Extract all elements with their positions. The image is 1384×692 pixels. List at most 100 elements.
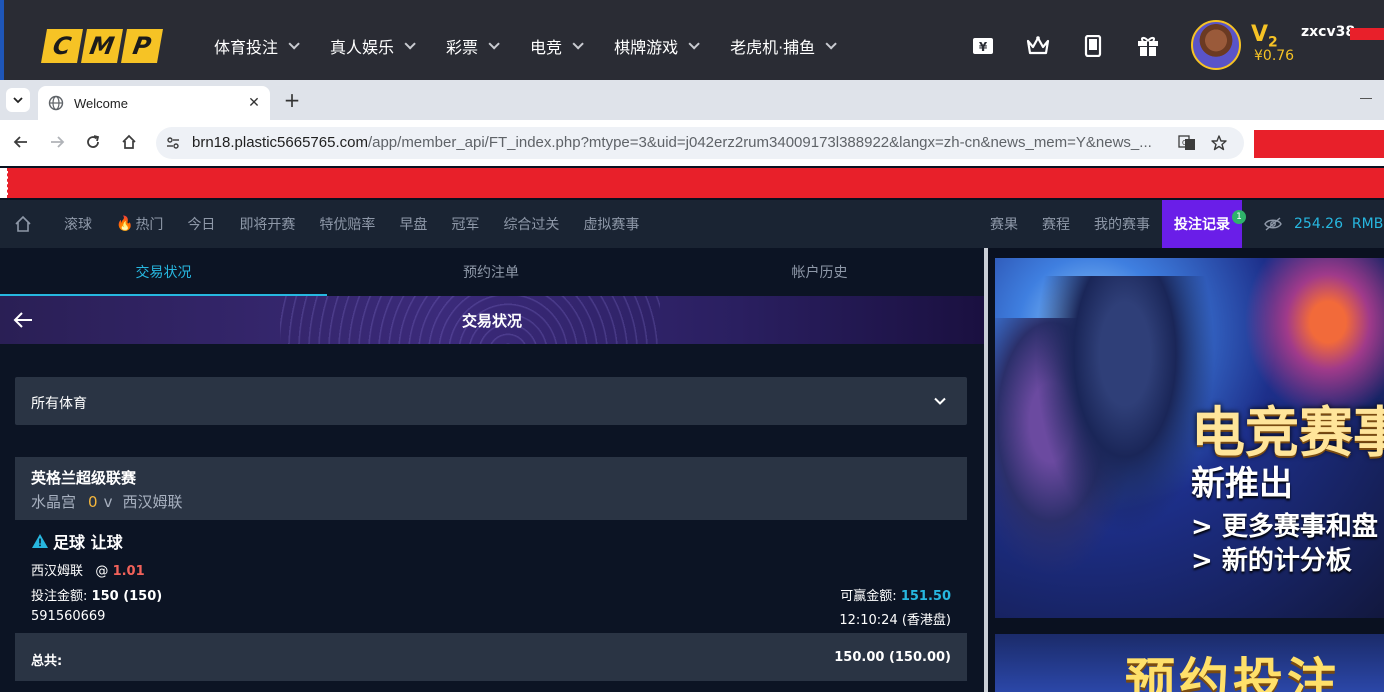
fire-icon: 🔥 <box>116 216 134 232</box>
nav-live-casino[interactable]: 真人娱乐 <box>330 34 416 58</box>
star-icon[interactable] <box>1210 134 1228 152</box>
menu-boosted-odds[interactable]: 特优赔率 <box>319 214 375 234</box>
url-text[interactable]: brn18.plastic5665765.com/app/member_api/… <box>192 134 1172 151</box>
nav-lottery[interactable]: 彩票 <box>446 34 500 58</box>
sport-filter-dropdown[interactable]: 所有体育 <box>15 377 967 425</box>
bet-type-label: 足球 让球 <box>53 533 123 552</box>
tab-reserved-bets[interactable]: 预约注单 <box>327 248 655 296</box>
banner-line-1: > 更多赛事和盘 <box>1191 512 1378 542</box>
nav-label: 棋牌游戏 <box>614 38 679 57</box>
menu-early[interactable]: 早盘 <box>399 214 427 234</box>
nav-slots-fishing[interactable]: 老虎机·捕鱼 <box>730 34 837 58</box>
gift-icon[interactable] <box>1136 34 1160 58</box>
nav-label: 电竞 <box>530 38 563 57</box>
back-icon[interactable] <box>11 132 31 152</box>
ticket-id: 591560669 <box>31 609 106 624</box>
odds-value: 1.01 <box>112 564 145 579</box>
tab-transaction-status[interactable]: 交易状况 <box>0 248 327 296</box>
url-host: brn18.plastic5665765.com <box>192 134 368 151</box>
nav-label: 老虎机·捕鱼 <box>730 38 816 57</box>
logo-letter-m: M <box>81 29 123 63</box>
menu-today[interactable]: 今日 <box>187 214 215 234</box>
new-tab-button[interactable]: + <box>282 90 302 110</box>
browser-tabbar: Welcome ✕ + <box>0 80 1384 120</box>
total-label: 总共: <box>31 654 63 669</box>
bet-count-badge: 1 <box>1232 210 1246 224</box>
chevron-down-icon <box>404 38 416 50</box>
minimize-icon[interactable] <box>1360 98 1372 99</box>
nav-sports-betting[interactable]: 体育投注 <box>214 34 300 58</box>
menu-results[interactable]: 赛果 <box>990 214 1018 234</box>
address-bar[interactable]: brn18.plastic5665765.com/app/member_api/… <box>156 127 1244 159</box>
eye-off-icon[interactable] <box>1264 216 1282 236</box>
subtabs: 交易状况 预约注单 帐户历史 <box>0 248 984 296</box>
menu-upcoming[interactable]: 即将开赛 <box>239 214 295 234</box>
window-edge-strip <box>0 0 4 80</box>
svg-text:G: G <box>1182 139 1187 147</box>
header-balance: ¥0.76 <box>1254 48 1295 64</box>
nav-label: 彩票 <box>446 38 479 57</box>
tab-search-button[interactable] <box>6 88 30 112</box>
site-logo[interactable]: C M P <box>41 29 163 65</box>
bet-type: 足球 让球 <box>31 529 123 553</box>
league-name: 英格兰超级联赛 <box>31 469 137 487</box>
sportsbook-right-menu: 赛果 赛程 我的赛事 <box>990 200 1174 248</box>
esports-promo-banner[interactable]: 电竞赛事 新推出 > 更多赛事和盘 > 新的计分板 <box>995 258 1384 618</box>
browser-tab[interactable]: Welcome ✕ <box>38 86 270 120</box>
potential-win: 可赢金额: 151.50 <box>840 585 951 604</box>
crown-icon[interactable] <box>1026 34 1050 58</box>
match-score: 0 <box>88 493 98 511</box>
versus-label: v <box>103 493 113 511</box>
chevron-down-icon <box>933 393 947 412</box>
home-icon[interactable] <box>119 132 139 152</box>
chevron-down-icon <box>572 38 584 50</box>
wallet-icon[interactable]: ¥ <box>971 34 995 58</box>
close-icon[interactable]: ✕ <box>246 95 262 111</box>
reload-icon[interactable] <box>83 132 103 152</box>
logo-letter-c: C <box>41 29 83 63</box>
tablet-icon[interactable] <box>1081 34 1105 58</box>
site-info-icon[interactable] <box>166 136 180 150</box>
vip-badge: V2 <box>1251 22 1278 50</box>
bet-ticket: 足球 让球 西汉姆联 @ 1.01 投注金额: 150 (150) 591560… <box>15 520 967 633</box>
home-icon[interactable] <box>14 215 32 237</box>
forward-icon[interactable] <box>47 132 67 152</box>
bet-time: 12:10:24 (香港盘) <box>839 613 951 628</box>
menu-outright[interactable]: 冠军 <box>451 214 479 234</box>
nav-card-games[interactable]: 棋牌游戏 <box>614 34 700 58</box>
avatar[interactable] <box>1191 20 1241 70</box>
translate-icon[interactable]: G <box>1178 135 1196 151</box>
banner2-title: 预约投注 <box>1125 653 1341 692</box>
reserve-bet-banner[interactable]: 预约投注 <box>995 634 1384 692</box>
menu-inplay[interactable]: 滚球 <box>64 214 92 234</box>
menu-hot[interactable]: 🔥 热门 <box>116 214 163 234</box>
tab-account-history[interactable]: 帐户历史 <box>655 248 984 296</box>
pick-team: 西汉姆联 <box>31 564 84 579</box>
match-header: 英格兰超级联赛 水晶宫 0 v 西汉姆联 <box>15 457 967 520</box>
total-value: 150.00 (150.00) <box>834 650 951 665</box>
win-value: 151.50 <box>900 589 951 604</box>
odds-prefix: @ <box>95 564 109 579</box>
page-title: 交易状况 <box>461 312 522 330</box>
win-label: 可赢金额: <box>840 589 897 604</box>
site-header: C M P 体育投注 真人娱乐 彩票 电竞 棋牌游戏 老虎机·捕鱼 ¥ V2 ¥… <box>0 0 1384 80</box>
banner-hero-center <box>1035 276 1215 536</box>
chevron-down-icon <box>688 38 700 50</box>
match-teams: 水晶宫 0 v 西汉姆联 <box>31 491 182 512</box>
menu-parlay[interactable]: 综合过关 <box>503 214 559 234</box>
bet-record-button[interactable]: 投注记录 <box>1162 200 1242 248</box>
nav-esports[interactable]: 电竞 <box>530 34 584 58</box>
sport-filter-value: 所有体育 <box>31 396 87 412</box>
bet-pick: 西汉姆联 @ 1.01 <box>31 560 145 579</box>
redaction-box <box>1254 130 1384 158</box>
stake-value: 150 (150) <box>91 589 163 604</box>
redaction-box <box>1350 28 1384 40</box>
nav-label: 体育投注 <box>214 38 279 57</box>
nav-label: 真人娱乐 <box>330 38 395 57</box>
username[interactable]: zxcv38 <box>1301 24 1355 40</box>
sportsbook-menu: 滚球 🔥 热门 今日 即将开赛 特优赔率 早盘 冠军 综合过关 虚拟赛事 <box>64 200 663 248</box>
menu-schedule[interactable]: 赛程 <box>1042 214 1070 234</box>
menu-virtual[interactable]: 虚拟赛事 <box>583 214 639 234</box>
chevron-down-icon <box>488 38 500 50</box>
menu-my-events[interactable]: 我的赛事 <box>1094 214 1150 234</box>
